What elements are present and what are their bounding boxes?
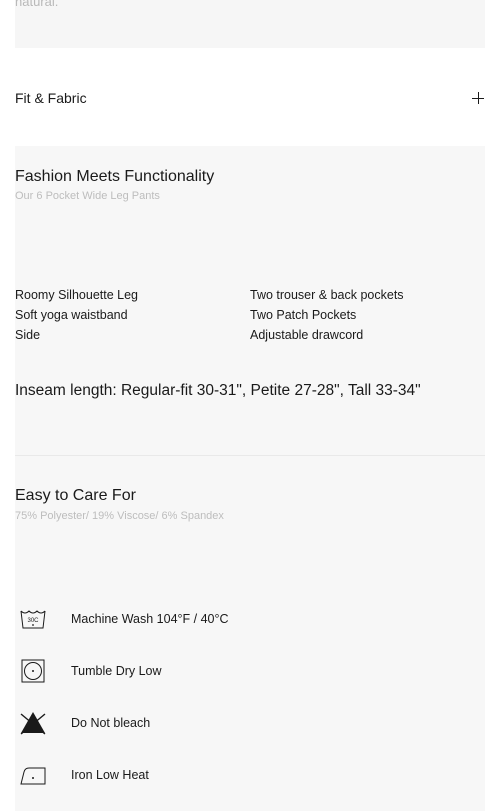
do-not-bleach-icon <box>18 708 48 738</box>
plus-icon[interactable] <box>472 92 484 104</box>
fit-fabric-accordion[interactable]: Fit & Fabric <box>15 86 485 110</box>
care-item-iron-low-heat: Iron Low Heat <box>15 760 485 790</box>
description-panel: natural. <box>15 0 485 48</box>
section-divider <box>15 455 485 456</box>
feature-item: Adjustable drawcord <box>250 328 364 342</box>
care-subtitle: 75% Polyester/ 19% Viscose/ 6% Spandex <box>15 510 224 522</box>
care-item-machine-wash: 30C Machine Wash 104°F / 40°C <box>15 604 485 634</box>
care-item-label: Do Not bleach <box>71 716 151 730</box>
feature-item: Two Patch Pockets <box>250 308 357 322</box>
tumble-dry-icon <box>18 656 48 686</box>
fashion-subtitle: Our 6 Pocket Wide Leg Pants <box>15 190 160 202</box>
product-details-page: natural. Fit & Fabric Fashion Meets Func… <box>0 0 500 811</box>
svg-text:30C: 30C <box>27 618 39 624</box>
feature-item: Roomy Silhouette Leg <box>15 288 138 302</box>
feature-item: Soft yoga waistband <box>15 308 128 322</box>
iron-low-heat-icon <box>18 760 48 790</box>
care-item-label: Machine Wash 104°F / 40°C <box>71 612 229 626</box>
care-title: Easy to Care For <box>15 487 136 504</box>
feature-item: Side <box>15 328 41 342</box>
fit-fabric-label: Fit & Fabric <box>15 90 87 106</box>
features-right-column: Two trouser & back pockets Two Patch Poc… <box>250 285 404 345</box>
machine-wash-icon: 30C <box>18 604 48 634</box>
product-info-section: Fashion Meets Functionality Our 6 Pocket… <box>15 146 485 811</box>
care-item-label: Tumble Dry Low <box>71 664 162 678</box>
description-text: natural. <box>15 0 59 9</box>
feature-item: Two trouser & back pockets <box>250 288 404 302</box>
fashion-title: Fashion Meets Functionality <box>15 168 215 185</box>
inseam-length: Inseam length: Regular-fit 30-31", Petit… <box>15 382 421 399</box>
features-left-column: Roomy Silhouette Leg Soft yoga waistband… <box>15 285 138 345</box>
care-item-do-not-bleach: Do Not bleach <box>15 708 485 738</box>
care-item-tumble-dry: Tumble Dry Low <box>15 656 485 686</box>
care-item-label: Iron Low Heat <box>71 768 149 782</box>
